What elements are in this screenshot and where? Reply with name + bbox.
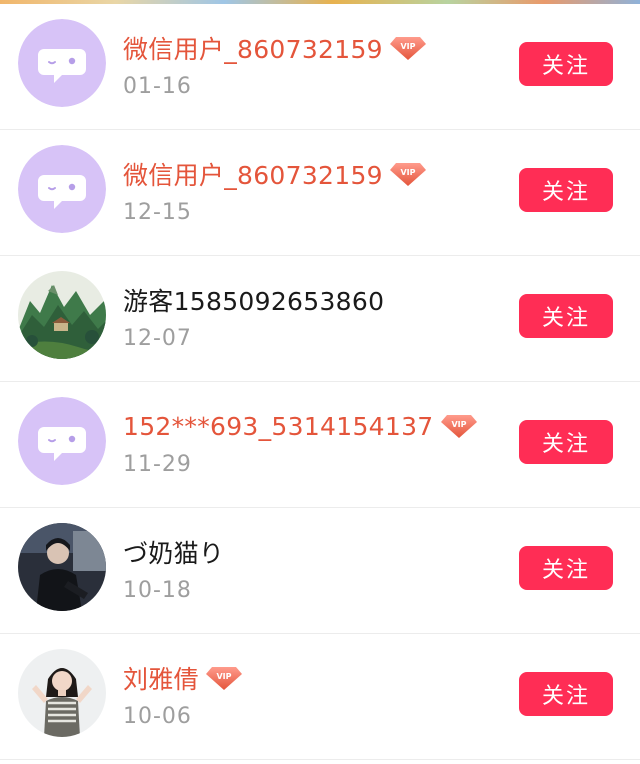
default-chat-avatar[interactable] xyxy=(18,397,106,485)
chat-bubble-icon xyxy=(18,19,106,107)
list-item[interactable]: 微信用户_860732159 VIP 12-15 关注 xyxy=(0,130,640,256)
user-name[interactable]: 微信用户_860732159 xyxy=(123,156,383,192)
follow-date: 10-18 xyxy=(123,578,192,603)
vip-badge-text: VIP xyxy=(400,168,415,177)
vip-diamond-icon: VIP xyxy=(205,664,243,692)
follow-date: 11-29 xyxy=(123,452,192,477)
follow-button[interactable]: 关注 xyxy=(519,420,613,464)
follow-date: 12-07 xyxy=(123,326,192,351)
vip-badge-text: VIP xyxy=(216,672,231,681)
dark-portrait-avatar[interactable] xyxy=(18,523,106,611)
follow-button[interactable]: 关注 xyxy=(519,42,613,86)
list-item[interactable]: 微信用户_860732159 VIP 01-16 关注 xyxy=(0,4,640,130)
list-item[interactable]: 152***693_5314154137 VIP 11-29 关注 xyxy=(0,382,640,508)
follow-button[interactable]: 关注 xyxy=(519,546,613,590)
landscape-painting-image xyxy=(18,271,106,359)
follow-date: 12-15 xyxy=(123,200,192,225)
follow-button[interactable]: 关注 xyxy=(519,672,613,716)
woman-portrait-image xyxy=(18,649,106,737)
landscape-painting-avatar[interactable] xyxy=(18,271,106,359)
follow-button[interactable]: 关注 xyxy=(519,168,613,212)
vip-diamond-icon: VIP xyxy=(440,412,478,440)
list-item[interactable]: づ奶猫り 10-18 关注 xyxy=(0,508,640,634)
default-chat-avatar[interactable] xyxy=(18,19,106,107)
user-name[interactable]: 微信用户_860732159 xyxy=(123,30,383,66)
follower-list: 微信用户_860732159 VIP 01-16 关注 微信用户_8607321… xyxy=(0,4,640,760)
user-name[interactable]: づ奶猫り xyxy=(123,534,224,570)
chat-bubble-icon xyxy=(18,397,106,485)
list-item[interactable]: 刘雅倩 VIP 10-06 关注 xyxy=(0,634,640,760)
follow-date: 10-06 xyxy=(123,704,192,729)
chat-bubble-icon xyxy=(18,145,106,233)
follow-button[interactable]: 关注 xyxy=(519,294,613,338)
list-item[interactable]: 游客1585092653860 12-07 关注 xyxy=(0,256,640,382)
user-name[interactable]: 152***693_5314154137 xyxy=(123,412,434,441)
follow-date: 01-16 xyxy=(123,74,192,99)
dark-portrait-image xyxy=(18,523,106,611)
user-name[interactable]: 游客1585092653860 xyxy=(123,282,384,318)
default-chat-avatar[interactable] xyxy=(18,145,106,233)
vip-diamond-icon: VIP xyxy=(389,34,427,62)
user-name[interactable]: 刘雅倩 xyxy=(123,660,199,696)
woman-portrait-avatar[interactable] xyxy=(18,649,106,737)
vip-diamond-icon: VIP xyxy=(389,160,427,188)
vip-badge-text: VIP xyxy=(400,42,415,51)
vip-badge-text: VIP xyxy=(451,420,466,429)
